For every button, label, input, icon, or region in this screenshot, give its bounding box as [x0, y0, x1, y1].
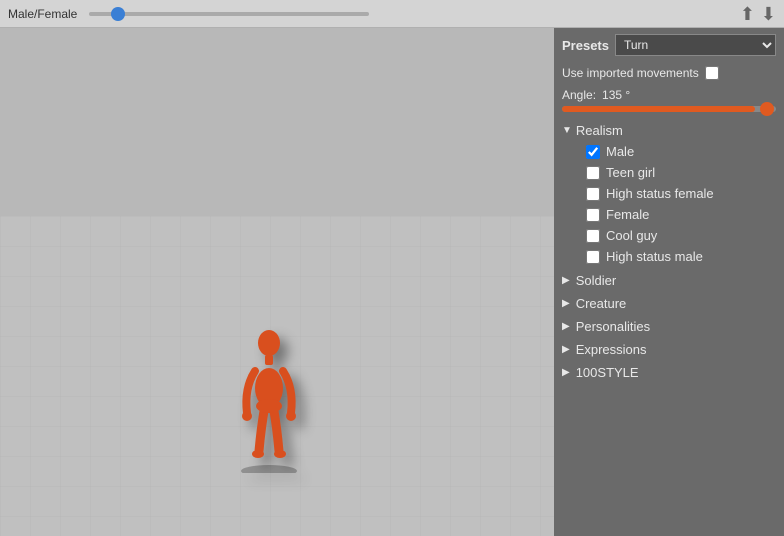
- teen-girl-label: Teen girl: [606, 165, 655, 180]
- realism-header[interactable]: Realism: [554, 120, 784, 141]
- cool-guy-checkbox[interactable]: [586, 229, 600, 243]
- top-bar: Male/Female ⬆ ⬇: [0, 0, 784, 28]
- figure-container: [229, 313, 309, 476]
- expressions-section[interactable]: Expressions: [554, 338, 784, 361]
- angle-value: 135 °: [602, 88, 630, 102]
- male-female-slider[interactable]: [89, 12, 369, 16]
- use-imported-label: Use imported movements: [562, 66, 699, 80]
- high-status-female-checkbox[interactable]: [586, 187, 600, 201]
- expressions-arrow: [562, 344, 570, 355]
- creature-section[interactable]: Creature: [554, 292, 784, 315]
- angle-slider-track[interactable]: [562, 106, 776, 112]
- realism-item-female[interactable]: Female: [554, 204, 784, 225]
- female-label: Female: [606, 207, 649, 222]
- high-status-female-label: High status female: [606, 186, 714, 201]
- realism-item-high-status-female[interactable]: High status female: [554, 183, 784, 204]
- realism-item-high-status-male[interactable]: High status male: [554, 246, 784, 267]
- personalities-label: Personalities: [576, 319, 650, 334]
- teen-girl-checkbox[interactable]: [586, 166, 600, 180]
- realism-arrow: [562, 125, 572, 136]
- 100style-arrow: [562, 367, 570, 378]
- use-imported-checkbox[interactable]: [705, 66, 719, 80]
- use-imported-row: Use imported movements: [554, 62, 784, 84]
- right-panel: Presets Turn Walk Run Idle Use imported …: [554, 28, 784, 536]
- main-area: Presets Turn Walk Run Idle Use imported …: [0, 28, 784, 536]
- creature-label: Creature: [576, 296, 627, 311]
- female-checkbox[interactable]: [586, 208, 600, 222]
- 100style-label: 100STYLE: [576, 365, 639, 380]
- soldier-label: Soldier: [576, 273, 616, 288]
- figure-svg: [229, 313, 309, 473]
- upload-icons-group: ⬆ ⬇: [740, 5, 776, 23]
- cool-guy-label: Cool guy: [606, 228, 657, 243]
- personalities-arrow: [562, 321, 570, 332]
- slider-label: Male/Female: [8, 7, 77, 21]
- soldier-section[interactable]: Soldier: [554, 269, 784, 292]
- realism-item-male[interactable]: Male: [554, 141, 784, 162]
- realism-section: Realism Male Teen girl High status femal…: [554, 118, 784, 269]
- presets-label: Presets: [562, 38, 609, 53]
- angle-slider-container[interactable]: [554, 106, 784, 118]
- upload-up-icon[interactable]: ⬆: [740, 5, 755, 23]
- 100style-section[interactable]: 100STYLE: [554, 361, 784, 384]
- presets-row: Presets Turn Walk Run Idle: [554, 28, 784, 62]
- angle-slider-fill: [562, 106, 755, 112]
- male-checkbox[interactable]: [586, 145, 600, 159]
- high-status-male-label: High status male: [606, 249, 703, 264]
- creature-arrow: [562, 298, 570, 309]
- realism-label: Realism: [576, 123, 623, 138]
- male-label: Male: [606, 144, 634, 159]
- soldier-arrow: [562, 275, 570, 286]
- expressions-label: Expressions: [576, 342, 647, 357]
- personalities-section[interactable]: Personalities: [554, 315, 784, 338]
- upload-down-icon[interactable]: ⬇: [761, 5, 776, 23]
- angle-slider-thumb[interactable]: [760, 102, 774, 116]
- angle-label: Angle:: [562, 88, 596, 102]
- viewport: [0, 28, 554, 536]
- high-status-male-checkbox[interactable]: [586, 250, 600, 264]
- slider-thumb[interactable]: [111, 7, 125, 21]
- presets-select[interactable]: Turn Walk Run Idle: [615, 34, 776, 56]
- realism-item-cool-guy[interactable]: Cool guy: [554, 225, 784, 246]
- realism-item-teen-girl[interactable]: Teen girl: [554, 162, 784, 183]
- angle-row: Angle: 135 °: [554, 84, 784, 106]
